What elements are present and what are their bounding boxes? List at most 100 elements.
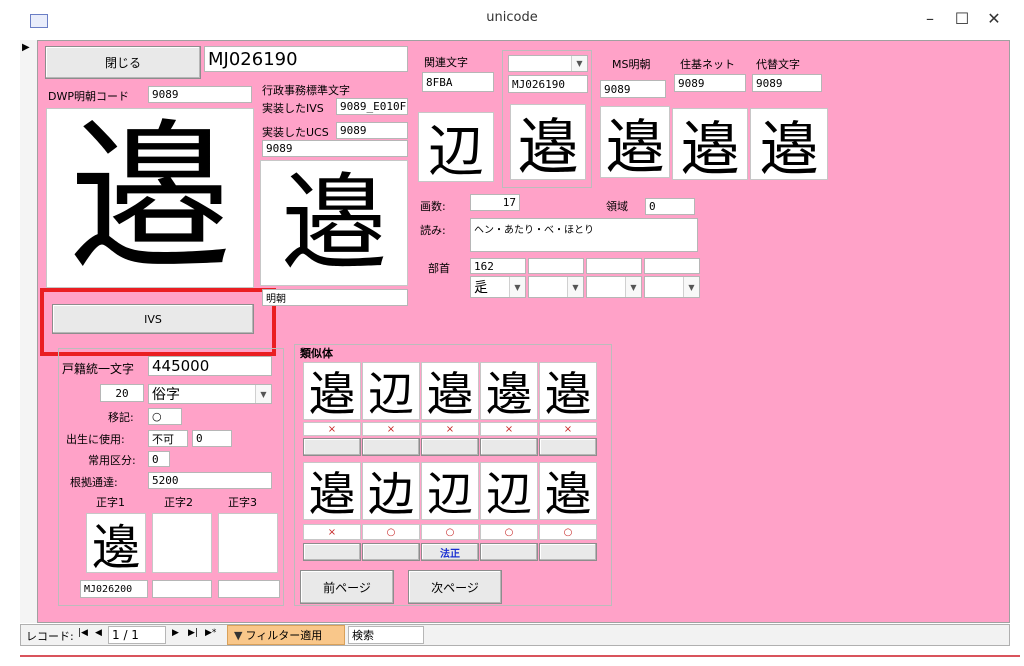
tsutatsu-field[interactable]: 5200 xyxy=(148,472,272,489)
similar-glyph[interactable]: 辺 xyxy=(480,462,538,521)
search-field[interactable]: 検索 xyxy=(348,626,424,644)
similar-glyph[interactable]: 边 xyxy=(362,462,420,521)
ucs-impl-field[interactable]: 9089 xyxy=(336,122,408,139)
last-record-button[interactable]: ▶| xyxy=(188,628,198,638)
similar-select-button[interactable] xyxy=(362,438,420,456)
seiji3-glyph-image xyxy=(218,513,278,573)
radical-combo-1[interactable]: 辵 ▼ xyxy=(470,276,526,298)
chevron-down-icon[interactable]: ▼ xyxy=(625,277,641,297)
seiji2-glyph-image xyxy=(152,513,212,573)
minimize-button[interactable]: – xyxy=(918,8,942,30)
iki-field[interactable]: ○ xyxy=(148,408,182,425)
similar-select-button[interactable] xyxy=(421,438,479,456)
koseki-type-value: 俗字 xyxy=(152,387,180,403)
hosei-button[interactable]: 法正 xyxy=(421,543,479,561)
close-window-button[interactable]: ✕ xyxy=(982,8,1006,30)
dwp-glyph-image: 邉 xyxy=(46,108,254,288)
radical-combo-2[interactable]: ▼ xyxy=(528,276,584,298)
strokes-label: 画数: xyxy=(420,200,446,213)
similar-mark: ○ xyxy=(480,524,538,540)
seiji3-code-field[interactable] xyxy=(218,580,280,598)
daitai-code-field[interactable]: 9089 xyxy=(752,74,822,92)
dwp-code-field[interactable]: 9089 xyxy=(148,86,252,103)
birth-use-label: 出生に使用: xyxy=(66,433,125,446)
next-record-button[interactable]: ▶ xyxy=(172,628,179,638)
similar-glyph[interactable]: 邉 xyxy=(539,362,597,421)
chevron-down-icon[interactable]: ▼ xyxy=(571,56,587,71)
similar-mark: × xyxy=(362,422,420,436)
filter-button[interactable]: ▼ フィルター適用 xyxy=(227,625,345,645)
next-page-button[interactable]: 次ページ xyxy=(408,570,502,604)
similar-mark: × xyxy=(303,422,361,436)
ivs-impl-field[interactable]: 9089_E010F xyxy=(336,98,408,115)
similar-select-button[interactable] xyxy=(480,438,538,456)
similar-select-button[interactable] xyxy=(362,543,420,561)
similar-select-button[interactable] xyxy=(303,543,361,561)
similar-mark: × xyxy=(480,422,538,436)
region-label: 領域 xyxy=(606,200,628,213)
radical-combo-4[interactable]: ▼ xyxy=(644,276,700,298)
similar-glyph[interactable]: 邉 xyxy=(303,462,361,521)
birth-use-field[interactable]: 不可 xyxy=(148,430,188,447)
seiji2-label: 正字2 xyxy=(164,496,193,509)
first-record-button[interactable]: |◀ xyxy=(78,628,88,638)
related-code-field[interactable]: 8FBA xyxy=(422,72,494,92)
mj-code-field[interactable]: MJ026190 xyxy=(204,46,408,72)
ivs-highlight-box xyxy=(40,288,276,356)
koseki-type-combo[interactable]: 俗字 ▼ xyxy=(148,384,272,404)
similar-select-button[interactable] xyxy=(480,543,538,561)
current-record-field[interactable]: 1 / 1 xyxy=(108,626,166,644)
mj-select-code-field[interactable]: MJ026190 xyxy=(508,75,588,93)
radical-number-field-2[interactable] xyxy=(528,258,584,274)
chevron-down-icon[interactable]: ▼ xyxy=(509,277,525,297)
reading-field[interactable]: ヘン・あたり・べ・ほとり xyxy=(470,218,698,252)
prev-record-button[interactable]: ◀ xyxy=(95,628,102,638)
birth-use-num-field[interactable]: 0 xyxy=(192,430,232,447)
iki-label: 移記: xyxy=(108,411,134,424)
prev-page-button[interactable]: 前ページ xyxy=(300,570,394,604)
seiji2-code-field[interactable] xyxy=(152,580,212,598)
record-selector[interactable]: ▶ xyxy=(20,40,38,623)
maximize-button[interactable]: ☐ xyxy=(950,8,974,30)
daitai-glyph-image: 邉 xyxy=(750,108,828,183)
similar-glyph[interactable]: 辺 xyxy=(421,462,479,521)
radical-number-field-3[interactable] xyxy=(586,258,642,274)
similar-glyph[interactable]: 邉 xyxy=(539,462,597,521)
radical-number-field[interactable]: 162 xyxy=(470,258,526,274)
dwp-code-label: DWP明朝コード xyxy=(48,90,129,103)
jukinet-label: 住基ネット xyxy=(680,58,735,71)
similar-glyph[interactable]: 邉 xyxy=(303,362,361,421)
new-record-button[interactable]: ▶* xyxy=(205,628,216,638)
similar-mark: ○ xyxy=(539,524,597,540)
chevron-down-icon[interactable]: ▼ xyxy=(683,277,699,297)
koseki-label: 戸籍統一文字 xyxy=(62,362,135,376)
chevron-down-icon[interactable]: ▼ xyxy=(567,277,583,297)
similar-glyph[interactable]: 邊 xyxy=(480,362,538,421)
similar-glyph[interactable]: 辺 xyxy=(362,362,420,421)
similar-select-button[interactable] xyxy=(539,543,597,561)
radical-char: 辵 xyxy=(474,280,488,296)
region-field[interactable]: 0 xyxy=(645,198,695,215)
mj-select-glyph-image: 邉 xyxy=(510,104,586,183)
gyosei-font-field[interactable]: 明朝 xyxy=(262,289,408,306)
current-record-arrow-icon: ▶ xyxy=(22,42,30,53)
seiji1-code-field[interactable]: MJ026200 xyxy=(80,580,148,598)
chevron-down-icon[interactable]: ▼ xyxy=(255,385,271,403)
similar-select-button[interactable] xyxy=(539,438,597,456)
joyo-field[interactable]: 0 xyxy=(148,451,170,467)
ms-mincho-code-field[interactable]: 9089 xyxy=(600,80,666,98)
koseki-type-code-field[interactable]: 20 xyxy=(100,384,144,402)
related-char-label: 関連文字 xyxy=(424,56,468,69)
strokes-field[interactable]: 17 xyxy=(470,194,520,211)
radical-number-field-4[interactable] xyxy=(644,258,700,274)
related-glyph-image: 辺 xyxy=(418,112,494,185)
koseki-code-field[interactable]: 445000 xyxy=(148,356,272,376)
similar-select-button[interactable] xyxy=(303,438,361,456)
close-form-button[interactable]: 閉じる xyxy=(45,46,201,79)
mj-select-combo[interactable]: ▼ xyxy=(508,55,588,72)
similar-glyph[interactable]: 邉 xyxy=(421,362,479,421)
jukinet-code-field[interactable]: 9089 xyxy=(674,74,746,92)
radical-combo-3[interactable]: ▼ xyxy=(586,276,642,298)
gyosei-extra-field[interactable]: 9089 xyxy=(262,140,408,157)
similar-mark: ○ xyxy=(362,524,420,540)
